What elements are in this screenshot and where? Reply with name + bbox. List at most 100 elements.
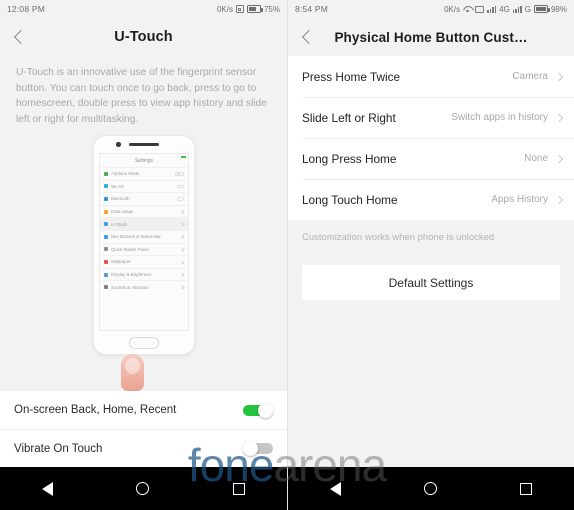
right-screen: 8:54 PM 0K/s 4G G 98% Physical Home Butt… [287,0,574,510]
mini-settings-row[interactable]: Data usage [100,204,188,218]
switch-row[interactable]: Vibrate On Touch [0,429,287,467]
chevron-right-icon [554,72,564,81]
mini-switch[interactable] [177,184,184,189]
option-value: None [524,153,548,164]
mini-settings-row[interactable]: U-Touch [100,217,188,230]
option-label: Long Press Home [302,151,397,166]
toggle-switch[interactable] [243,402,273,418]
triangle-back-icon[interactable] [41,481,53,496]
back-button[interactable] [288,18,330,56]
mini-settings-icon [104,209,108,214]
left-screen: 12:08 PM 0K/s 75% U-Touch U-Touch is an … [0,0,287,510]
dual-screenshot: 12:08 PM 0K/s 75% U-Touch U-Touch is an … [0,0,574,510]
chevron-right-icon [180,272,185,277]
hint-text: Customization works when phone is unlock… [288,220,574,243]
network-speed: 0K/s [216,4,233,14]
triangle-back-icon[interactable] [329,481,341,496]
status-time: 8:54 PM [295,4,329,14]
mini-settings-icon [104,234,108,239]
option-label: Press Home Twice [302,69,401,84]
circle-home-icon[interactable] [423,482,437,495]
option-row[interactable]: Long Touch Home Apps History [288,179,574,220]
mini-settings-label: U-Touch [111,221,128,227]
mini-settings-icon [104,171,108,176]
status-indicator-icon [181,156,186,158]
option-label: Long Touch Home [302,192,398,207]
mini-settings-icon [104,196,108,201]
mini-settings-label: Data usage [111,209,134,215]
mini-settings-label: Bluetooth [111,196,130,202]
sim-card-icon [475,5,485,13]
mini-settings-label: Wallpaper [111,259,131,265]
chevron-right-icon [554,154,564,163]
chevron-right-icon [180,209,185,214]
left-status-bar: 12:08 PM 0K/s 75% [0,0,287,18]
back-button[interactable] [0,18,42,56]
chevron-left-icon [13,29,29,45]
signal-bars-icon [487,5,497,13]
content-spacer [288,300,574,467]
battery-icon [533,5,550,13]
chevron-right-icon [180,247,185,252]
default-settings-button[interactable]: Default Settings [302,265,560,300]
option-row[interactable]: Press Home Twice Camera [288,56,574,97]
toggle-knob [243,441,258,456]
right-header: Physical Home Button Cust… [288,18,574,56]
mini-settings-row[interactable]: Sounds & Vibration [100,280,188,293]
phone-screen: Settings Airplane Mode WLAN Bluetooth Data … [99,153,189,331]
mini-switch[interactable] [177,197,184,201]
chevron-right-icon [180,222,185,227]
mini-settings-title: Settings [134,158,154,164]
switch-label: On-screen Back, Home, Recent [14,404,177,416]
toggle-switch[interactable] [243,441,273,456]
finger-touch-icon [121,354,144,391]
right-status-bar: 8:54 PM 0K/s 4G G 98% [288,0,574,18]
mini-settings-row[interactable]: Airplane Mode [100,167,188,180]
option-label: Slide Left or Right [302,110,396,125]
earpiece-speaker-icon [129,142,159,147]
chevron-right-icon [554,195,564,204]
mini-settings-row[interactable]: Bluetooth [100,192,188,205]
home-button-icon [129,337,159,349]
mini-toggle[interactable] [175,171,184,177]
mini-settings-icon [104,259,108,264]
phone-illustration: Settings Airplane Mode WLAN Bluetooth Data … [0,131,287,391]
mini-settings-icon [104,222,108,227]
option-row[interactable]: Long Press Home None [288,138,574,179]
mini-settings-icon [104,247,108,252]
option-value: Camera [512,71,548,82]
mini-settings-label: Sounds & Vibration [111,284,149,290]
mini-settings-row[interactable]: Display & Brightness [100,267,188,281]
mini-settings-label: Quick Switch Panel [111,246,149,252]
mini-settings-row[interactable]: Quick Switch Panel [100,242,188,256]
battery-percent: 75% [263,4,280,14]
signal-bars-icon-secondary [512,5,522,13]
page-title: U-Touch [114,29,173,45]
right-navigation-bar [288,467,574,510]
network-type-primary: 4G [499,4,510,14]
mini-settings-label: Display & Brightness [111,272,152,278]
square-recents-icon[interactable] [233,482,246,495]
option-list: Press Home Twice Camera Slide Left or Righ… [288,56,574,220]
switch-list: On-screen Back, Home, Recent Vibrate On T… [0,391,287,467]
wifi-icon [463,6,472,13]
network-type-secondary: G [524,4,531,14]
left-navigation-bar [0,467,287,510]
circle-home-icon[interactable] [136,482,150,495]
battery-icon [246,5,263,13]
square-recents-icon[interactable] [520,482,533,495]
option-row[interactable]: Slide Left or Right Switch apps in histor… [288,97,574,138]
feature-description: U-Touch is an innovative use of the fing… [0,56,287,131]
mini-settings-row[interactable]: WLAN [100,179,188,193]
left-header: U-Touch [0,18,287,56]
sim-card-icon [235,5,244,13]
mini-settings-row[interactable]: Nav Buttons & Status Bar [100,229,188,243]
mini-settings-icon [104,272,108,277]
network-speed: 0K/s [444,4,461,14]
chevron-right-icon [180,285,185,289]
option-value: Switch apps in history [451,112,548,123]
chevron-left-icon [301,29,317,45]
mini-settings-icon [104,285,108,290]
mini-settings-row[interactable]: Wallpaper [100,255,188,268]
switch-row[interactable]: On-screen Back, Home, Recent [0,391,287,429]
